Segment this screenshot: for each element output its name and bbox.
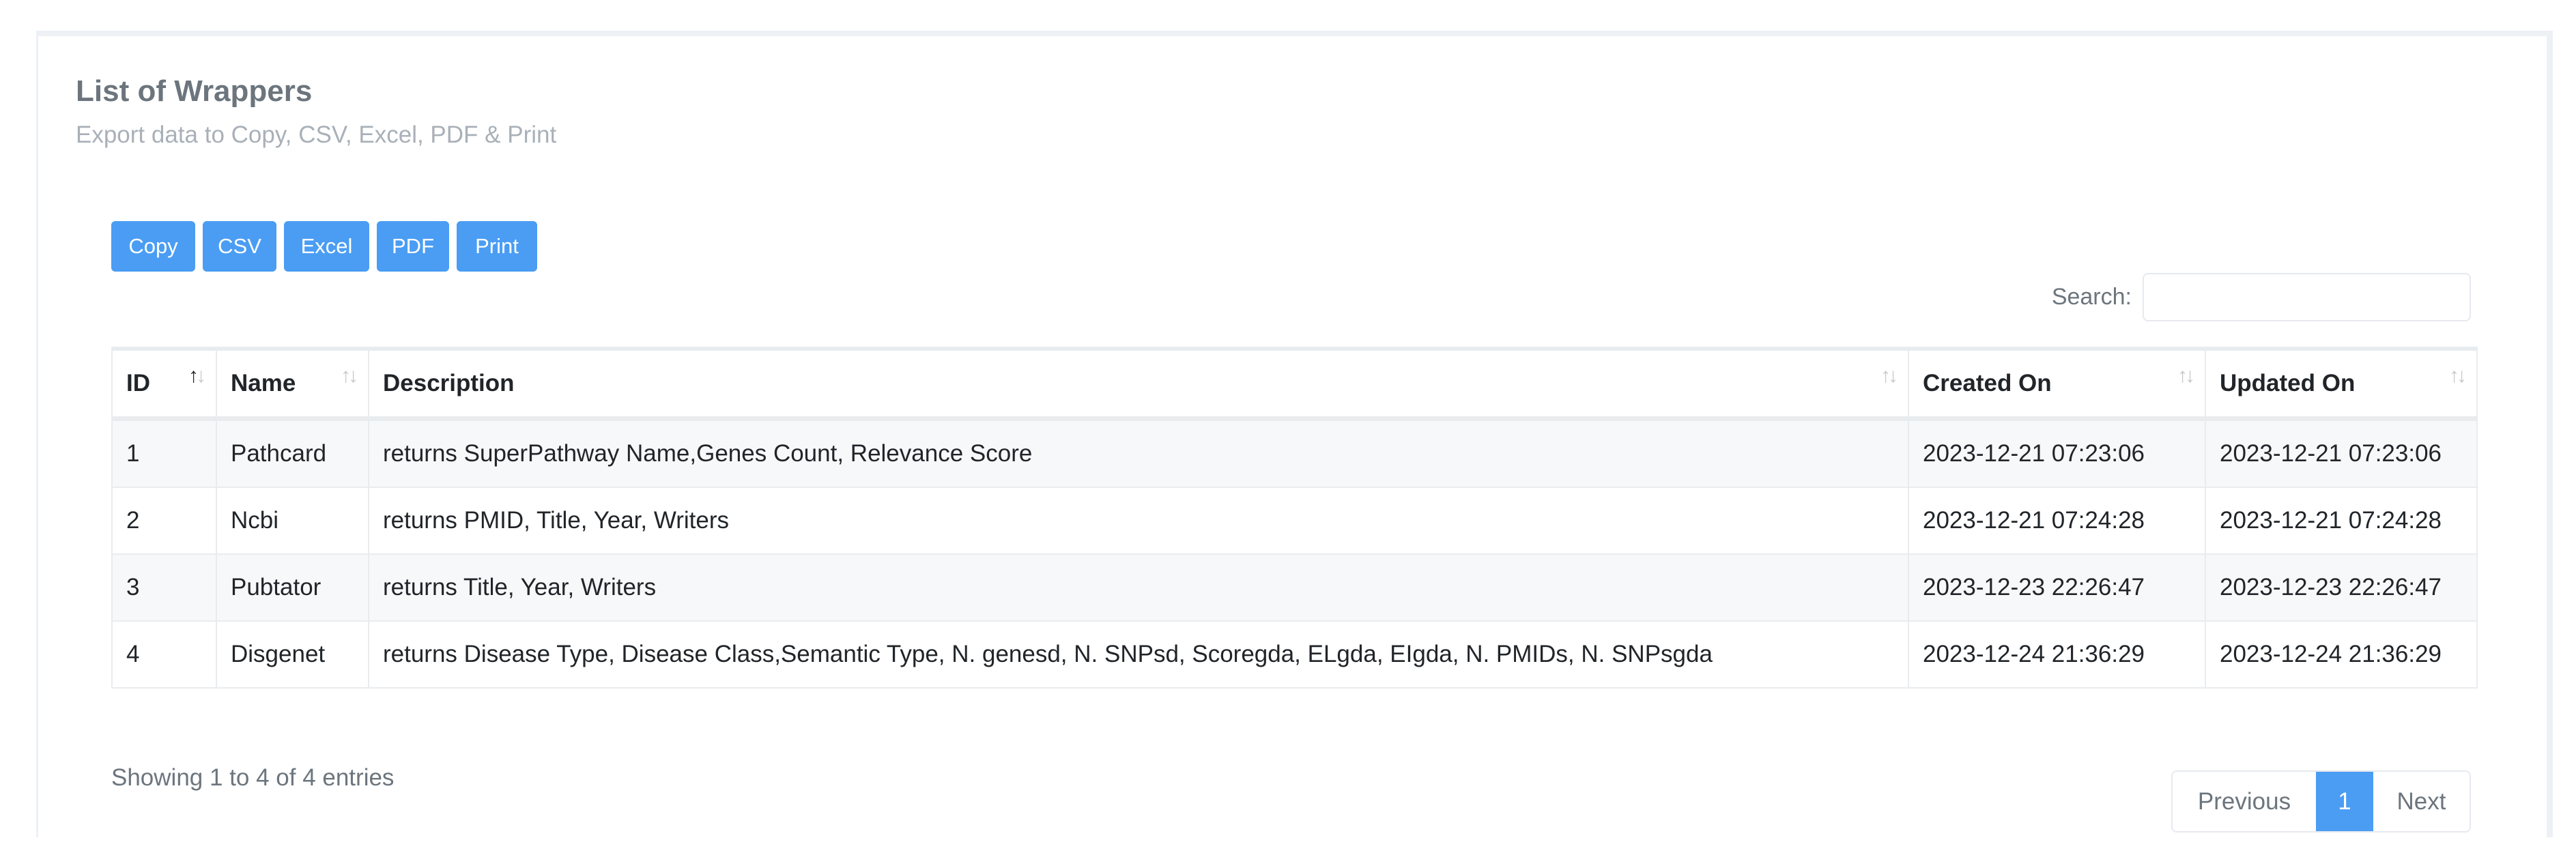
cell-description: returns SuperPathway Name,Genes Count, R… bbox=[368, 418, 1909, 488]
cell-description: returns Title, Year, Writers bbox=[368, 553, 1909, 622]
cell-id: 3 bbox=[111, 553, 217, 622]
cell-id: 1 bbox=[111, 418, 217, 488]
column-header-label: Created On bbox=[1923, 370, 2052, 396]
table-header-row: ID ↑↓ Name ↑↓ Description ↑↓ Created On … bbox=[111, 348, 2478, 421]
cell-updated-on: 2023-12-23 22:26:47 bbox=[2205, 553, 2478, 622]
sort-icon[interactable]: ↑↓ bbox=[2177, 366, 2195, 386]
cell-description: returns Disease Type, Disease Class,Sema… bbox=[368, 620, 1909, 689]
export-button-group: Copy CSV Excel PDF Print bbox=[111, 221, 537, 272]
column-header-name[interactable]: Name ↑↓ bbox=[216, 348, 369, 421]
cell-created-on: 2023-12-23 22:26:47 bbox=[1908, 553, 2206, 622]
cell-name: Pathcard bbox=[216, 418, 369, 488]
column-header-description[interactable]: Description ↑↓ bbox=[368, 348, 1909, 421]
sort-ascending-icon[interactable]: ↑↓ bbox=[188, 366, 206, 386]
cell-id: 2 bbox=[111, 487, 217, 555]
sort-icon[interactable]: ↑↓ bbox=[2449, 366, 2467, 386]
previous-page-button[interactable]: Previous bbox=[2173, 772, 2316, 831]
cell-id: 4 bbox=[111, 620, 217, 689]
search-input[interactable] bbox=[2143, 273, 2471, 321]
sort-icon[interactable]: ↑↓ bbox=[1880, 366, 1898, 386]
cell-name: Disgenet bbox=[216, 620, 369, 689]
page-subtitle: Export data to Copy, CSV, Excel, PDF & P… bbox=[76, 121, 557, 148]
table-row: 3 Pubtator returns Title, Year, Writers … bbox=[111, 553, 2478, 622]
csv-button[interactable]: CSV bbox=[203, 221, 276, 272]
table-row: 4 Disgenet returns Disease Type, Disease… bbox=[111, 620, 2478, 689]
search-filter: Search: bbox=[2052, 273, 2471, 321]
column-header-created-on[interactable]: Created On ↑↓ bbox=[1908, 348, 2206, 421]
cell-created-on: 2023-12-21 07:24:28 bbox=[1908, 487, 2206, 555]
cell-created-on: 2023-12-21 07:23:06 bbox=[1908, 418, 2206, 488]
cell-updated-on: 2023-12-21 07:23:06 bbox=[2205, 418, 2478, 488]
search-label: Search: bbox=[2051, 284, 2132, 310]
wrappers-card: List of Wrappers Export data to Copy, CS… bbox=[36, 31, 2553, 837]
print-button[interactable]: Print bbox=[457, 221, 537, 272]
wrappers-table: ID ↑↓ Name ↑↓ Description ↑↓ Created On … bbox=[111, 347, 2478, 689]
excel-button[interactable]: Excel bbox=[284, 221, 369, 272]
table-row: 2 Ncbi returns PMID, Title, Year, Writer… bbox=[111, 487, 2478, 555]
table-info-text: Showing 1 to 4 of 4 entries bbox=[111, 764, 395, 791]
pdf-button[interactable]: PDF bbox=[377, 221, 449, 272]
next-page-button[interactable]: Next bbox=[2373, 772, 2470, 831]
table-row: 1 Pathcard returns SuperPathway Name,Gen… bbox=[111, 418, 2478, 488]
column-header-label: Description bbox=[383, 370, 515, 396]
pagination: Previous 1 Next bbox=[2171, 770, 2471, 833]
page-1-button[interactable]: 1 bbox=[2316, 772, 2373, 831]
column-header-label: ID bbox=[126, 370, 150, 396]
column-header-label: Updated On bbox=[2220, 370, 2356, 396]
sort-icon[interactable]: ↑↓ bbox=[341, 366, 358, 386]
cell-name: Pubtator bbox=[216, 553, 369, 622]
cell-updated-on: 2023-12-24 21:36:29 bbox=[2205, 620, 2478, 689]
copy-button[interactable]: Copy bbox=[111, 221, 195, 272]
page-title: List of Wrappers bbox=[76, 74, 313, 108]
cell-name: Ncbi bbox=[216, 487, 369, 555]
column-header-label: Name bbox=[231, 370, 296, 396]
column-header-id[interactable]: ID ↑↓ bbox=[111, 348, 217, 421]
cell-updated-on: 2023-12-21 07:24:28 bbox=[2205, 487, 2478, 555]
column-header-updated-on[interactable]: Updated On ↑↓ bbox=[2205, 348, 2478, 421]
cell-description: returns PMID, Title, Year, Writers bbox=[368, 487, 1909, 555]
cell-created-on: 2023-12-24 21:36:29 bbox=[1908, 620, 2206, 689]
